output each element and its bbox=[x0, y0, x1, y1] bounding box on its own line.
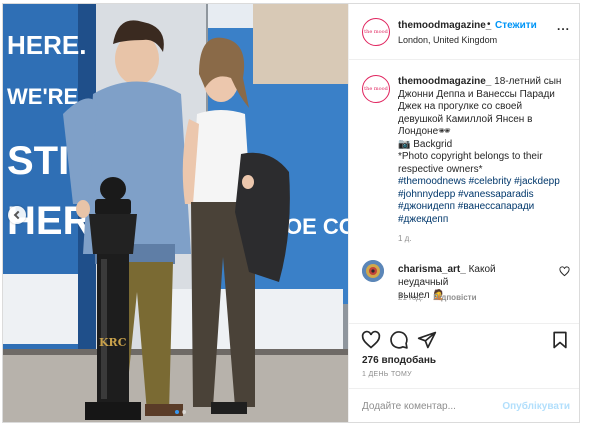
caption-username[interactable]: themoodmagazine_ bbox=[398, 76, 491, 87]
street-photo-illustration: HERE. WE'RE STILL HERE OE CO bbox=[3, 4, 348, 422]
add-comment-bar: Опублікувати bbox=[349, 388, 579, 422]
header-separator: • bbox=[487, 19, 491, 30]
likes-count[interactable]: 276 вподобань bbox=[362, 355, 436, 366]
caption-line-1: 18-летний сын bbox=[494, 76, 562, 87]
hashtag-line-2[interactable]: #johnnydepp #vanessaparadis bbox=[398, 189, 574, 202]
comment-input[interactable] bbox=[362, 398, 502, 414]
avatar-text: the mood bbox=[364, 86, 388, 92]
caption-time[interactable]: 1 д. bbox=[398, 234, 412, 243]
billboard-text-1: HERE. bbox=[7, 30, 86, 60]
like-heart-icon[interactable] bbox=[361, 330, 381, 350]
author-username[interactable]: themoodmagazine_ bbox=[398, 20, 491, 31]
caption-text: themoodmagazine_ 18-летний сын Джонни Де… bbox=[398, 76, 574, 226]
hashtag-line-1[interactable]: #themoodnews #celebrity #jackdepp bbox=[398, 176, 574, 189]
caption-line-3: Джек на прогулке со своей bbox=[398, 101, 523, 112]
caption-avatar[interactable]: the mood bbox=[362, 75, 390, 103]
post-side-panel: the mood themoodmagazine_ • Стежити Lond… bbox=[348, 4, 579, 422]
post-location[interactable]: London, United Kingdom bbox=[398, 35, 497, 45]
follow-button[interactable]: Стежити bbox=[495, 20, 537, 31]
commenter-username[interactable]: charisma_art_ bbox=[398, 264, 466, 275]
hashtag-line-4[interactable]: #джекдепп bbox=[398, 214, 574, 227]
carousel-dot bbox=[182, 410, 186, 414]
commenter-avatar-image bbox=[362, 260, 384, 282]
reply-button[interactable]: Відповісти bbox=[433, 293, 476, 302]
comment-time: 21 год. bbox=[398, 293, 424, 302]
billboard-text-right: OE CO bbox=[285, 214, 348, 239]
caption-line-7: *Photo copyright belongs to their bbox=[398, 151, 543, 162]
caption-line-5: Лондоне🕶 bbox=[398, 126, 451, 137]
comments-area[interactable]: the mood themoodmagazine_ 18-летний сын … bbox=[349, 61, 579, 323]
post-dialog: HERE. WE'RE STILL HERE OE CO bbox=[2, 3, 580, 423]
share-paper-plane-icon[interactable] bbox=[417, 330, 437, 350]
bollard-crest-text: KRC bbox=[99, 336, 127, 349]
post-photo[interactable]: HERE. WE'RE STILL HERE OE CO bbox=[3, 4, 348, 422]
commenter-avatar[interactable] bbox=[362, 260, 384, 282]
like-comment-heart-icon[interactable] bbox=[559, 266, 570, 277]
avatar-text: the mood bbox=[364, 29, 388, 35]
caption-line-2: Джонни Деппа и Ванессы Паради bbox=[398, 88, 555, 100]
post-header: the mood themoodmagazine_ • Стежити Lond… bbox=[349, 4, 579, 60]
carousel-dots bbox=[175, 410, 186, 414]
comment-bubble-icon[interactable] bbox=[389, 330, 409, 350]
save-bookmark-icon[interactable] bbox=[550, 330, 570, 350]
post-date: 1 ДЕНЬ ТОМУ bbox=[362, 371, 412, 378]
caption-line-6: 📷 Backgrid bbox=[398, 138, 453, 150]
more-options-icon[interactable]: ... bbox=[557, 19, 570, 33]
hashtag-line-3[interactable]: #джонидепп #ванессапаради bbox=[398, 201, 574, 214]
avatar[interactable]: the mood bbox=[362, 18, 390, 46]
carousel-dot-active bbox=[175, 410, 179, 414]
billboard-text-2: WE'RE bbox=[7, 84, 78, 109]
post-actions: 276 вподобань 1 ДЕНЬ ТОМУ bbox=[349, 323, 579, 383]
caption-line-4: девушкой Камиллой Янсен в bbox=[398, 113, 533, 125]
prev-arrow-icon[interactable] bbox=[8, 206, 26, 224]
comment-meta: 21 год. Відповісти bbox=[398, 293, 477, 302]
caption-line-8: respective owners* bbox=[398, 163, 483, 175]
publish-button[interactable]: Опублікувати bbox=[502, 401, 570, 412]
